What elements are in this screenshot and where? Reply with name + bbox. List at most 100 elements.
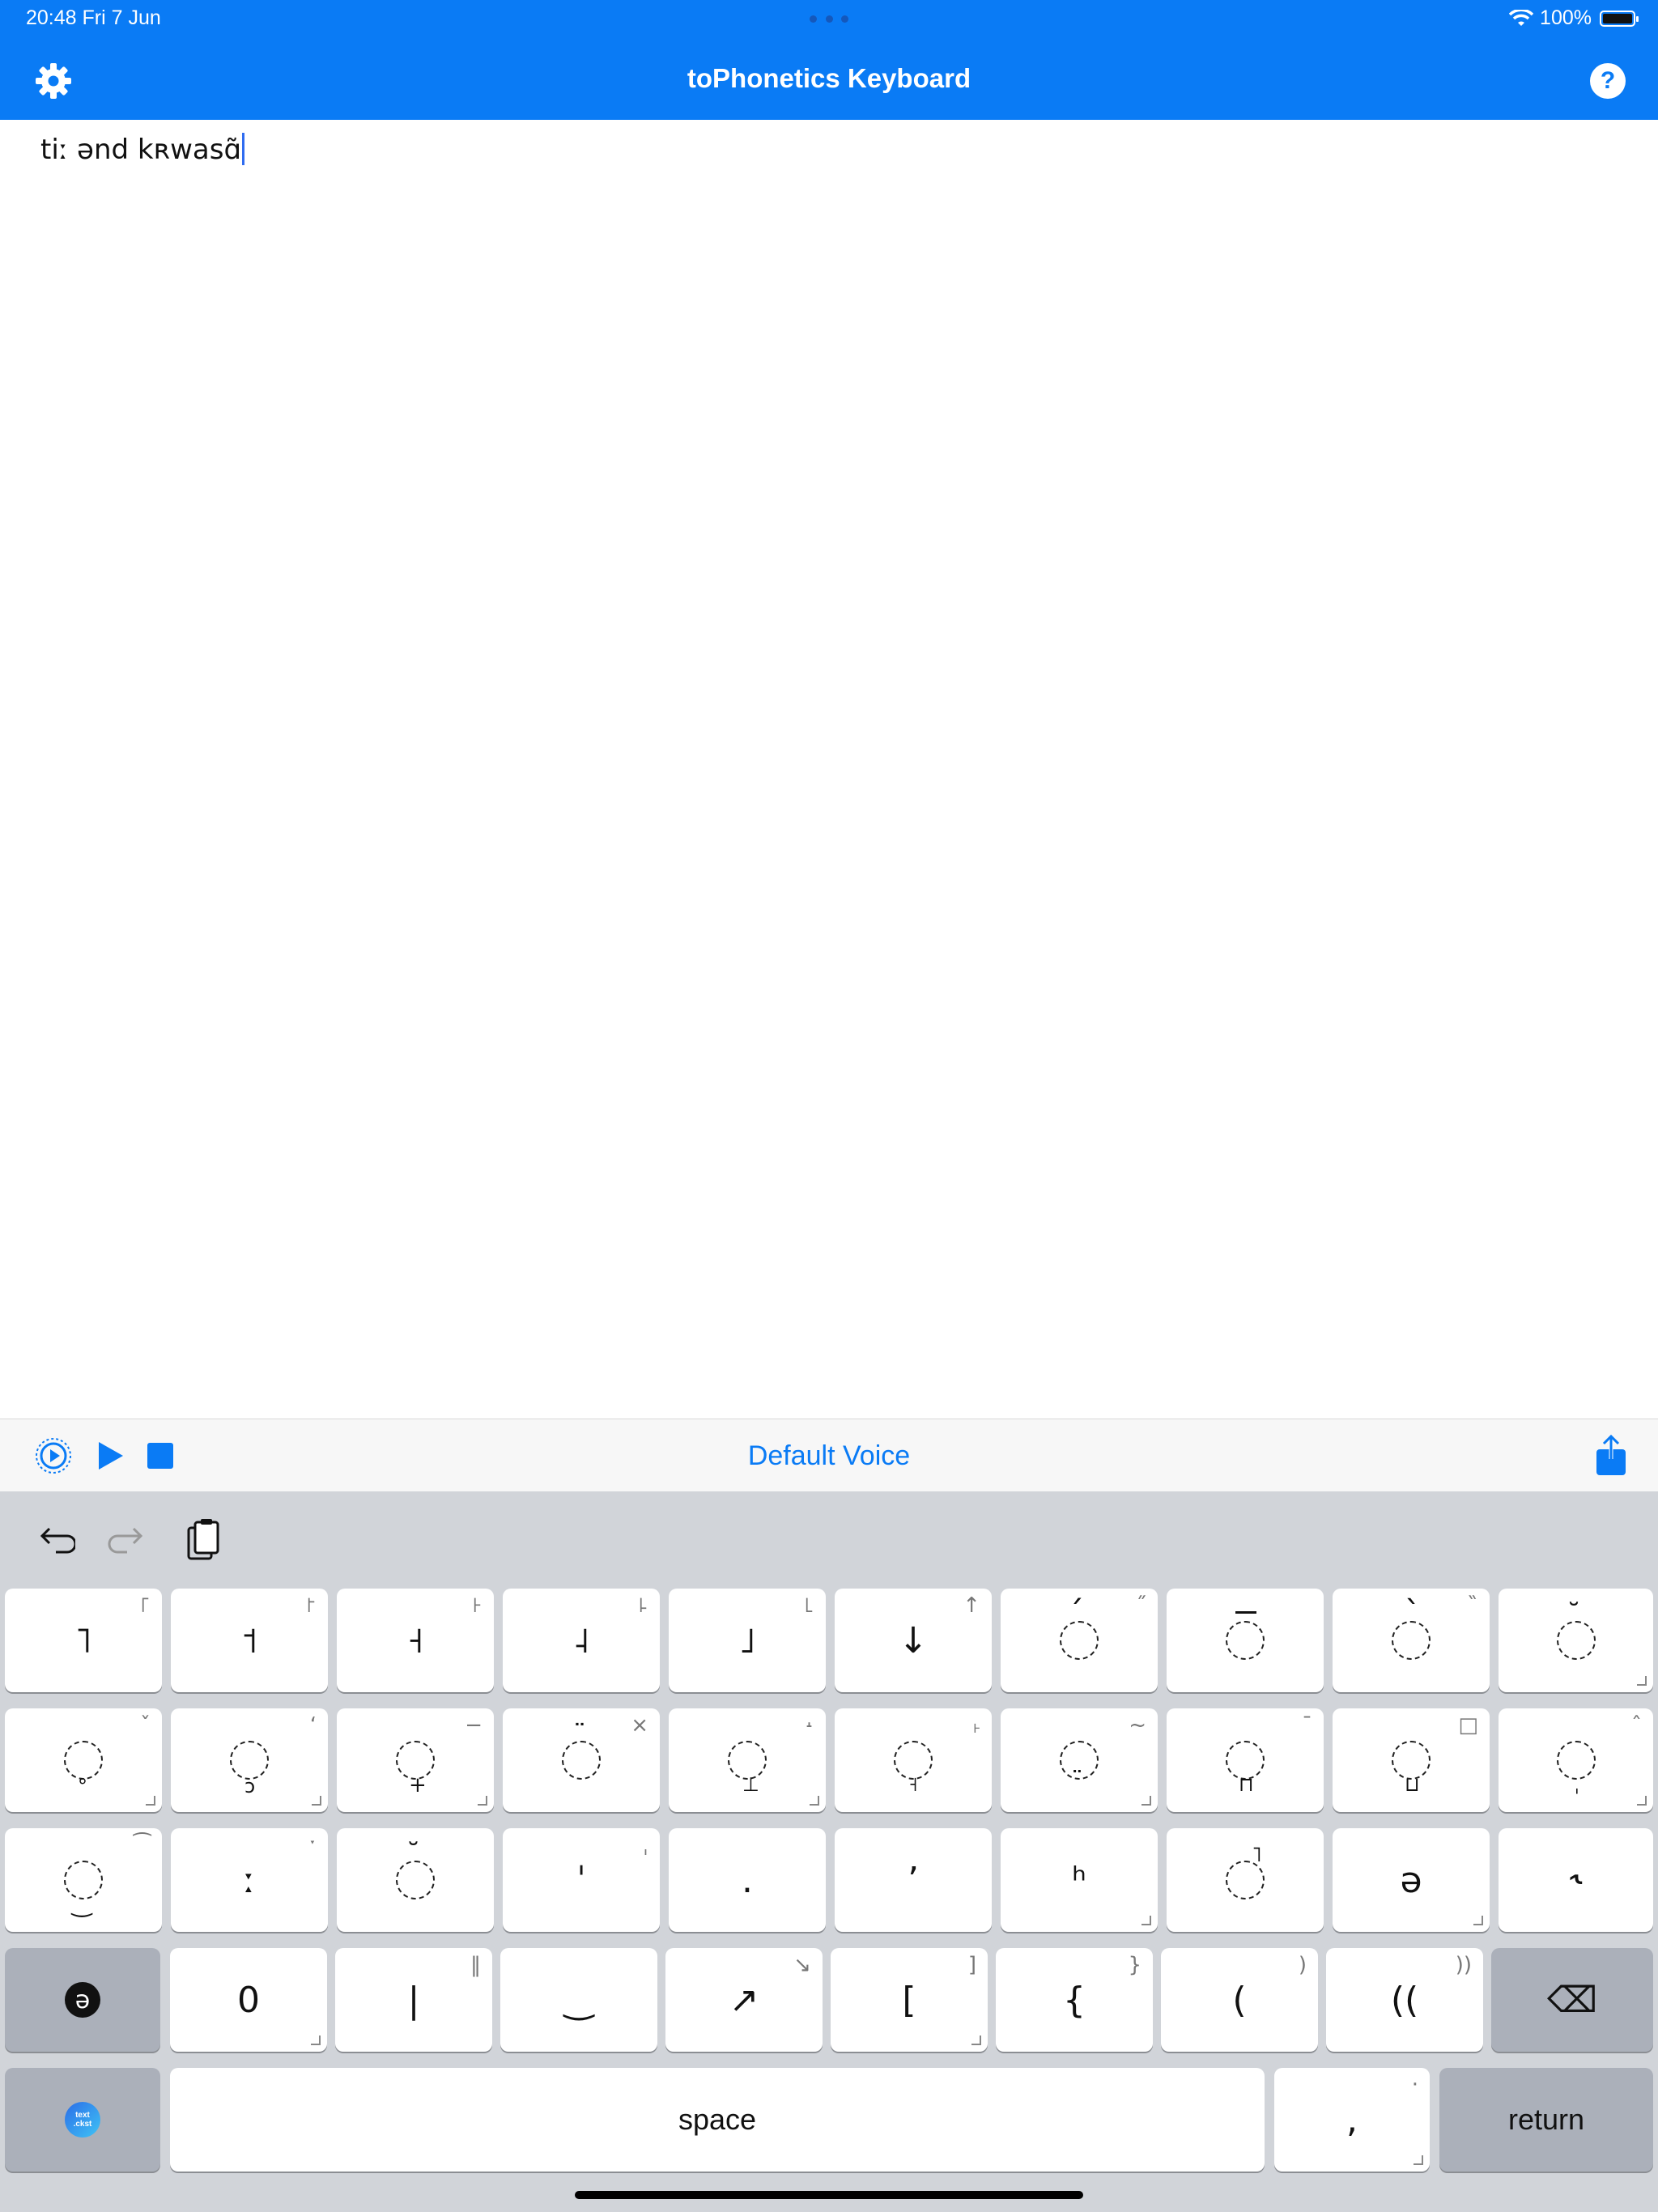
battery-icon — [1600, 10, 1639, 27]
key-alt-label: ⁀ — [134, 1833, 151, 1857]
key-alt-label: ꜓ — [306, 1593, 317, 1618]
key-label: [ — [902, 1979, 916, 2021]
key-alt-label: ꜕ — [638, 1593, 648, 1618]
more-indicator-icon — [1414, 2155, 1423, 2165]
key-minor-group[interactable]: | ‖ — [335, 1948, 492, 2052]
key-tone-low[interactable]: ˨ ꜕ — [503, 1589, 660, 1692]
key-ejective[interactable]: ʼ — [835, 1828, 992, 1932]
status-bar: 20:48 Fri 7 Jun 100% — [0, 0, 1658, 39]
key-voiceless-ring[interactable]: ° ˇ — [5, 1708, 162, 1812]
key-zero[interactable]: 0 — [170, 1948, 327, 2052]
key-length[interactable]: ːˑ — [171, 1828, 328, 1932]
key-acute[interactable]: ´̋ — [1001, 1589, 1158, 1692]
key-alt-label: ꜔ — [472, 1593, 483, 1618]
more-indicator-icon — [1637, 1796, 1647, 1806]
key-centralized[interactable]: ¨ × — [503, 1708, 660, 1812]
key-tone-extra-low[interactable]: ˩ ꜖ — [669, 1589, 826, 1692]
more-indicator-icon — [1473, 1916, 1483, 1925]
key-less-rounded[interactable]: ↄ ‘ — [171, 1708, 328, 1812]
key-alt-label: ] — [967, 1953, 976, 1977]
schwa-logo-icon: ə — [65, 1982, 100, 2018]
help-button[interactable]: ? — [1587, 60, 1629, 102]
undo-icon — [40, 1527, 75, 1554]
key-syllabic[interactable]: ˌˆ — [1499, 1708, 1653, 1812]
clipboard-icon — [187, 1519, 219, 1560]
key-label: | — [407, 1979, 420, 2021]
voice-selector[interactable]: Default Voice — [0, 1440, 1658, 1472]
key-breve[interactable]: ˘ — [1499, 1589, 1653, 1692]
key-rhotic[interactable]: ˞ — [1499, 1828, 1653, 1932]
key-double-paren[interactable]: (()) — [1326, 1948, 1483, 2052]
share-button[interactable] — [1592, 1435, 1630, 1476]
key-global-rise[interactable]: ↗ ↘ — [665, 1948, 823, 2052]
key-open-brace[interactable]: {} — [996, 1948, 1153, 2052]
home-indicator[interactable] — [575, 2191, 1083, 2199]
key-linking[interactable]: ‿ — [500, 1948, 657, 2052]
multitasking-dots-icon[interactable] — [810, 15, 848, 23]
space-bar[interactable]: space — [170, 2068, 1265, 2172]
key-alt-label: )) — [1455, 1953, 1472, 1977]
key-alt-label: } — [1128, 1953, 1141, 1977]
text-logo-label: text .ckst — [73, 2111, 92, 2129]
key-dental[interactable]: ⊓ ˉ — [1167, 1708, 1324, 1812]
key-alt-label: ‖ — [470, 1953, 481, 1977]
more-indicator-icon — [1637, 1676, 1647, 1686]
help-icon: ? — [1590, 63, 1626, 99]
schwa-switch-wrapper: ə — [5, 1948, 160, 2052]
key-aspirated[interactable]: ʰ — [1001, 1828, 1158, 1932]
redo-button[interactable] — [104, 1516, 152, 1564]
return-button[interactable]: return — [1439, 2068, 1653, 2172]
text-editor[interactable]: tiː ənd kʀwasɑ̃ — [0, 120, 1658, 1419]
key-open-bracket[interactable]: [] — [831, 1948, 988, 2052]
key-alt-label: − — [465, 1713, 483, 1738]
key-label: ˦ — [240, 1619, 258, 1661]
key-macron[interactable] — [1167, 1589, 1324, 1692]
key-extra-short[interactable]: ˘ — [337, 1828, 494, 1932]
key-apical[interactable]: ⊔ □ — [1333, 1708, 1490, 1812]
delete-button[interactable]: ⌫ — [1491, 1948, 1653, 2052]
editor-text: tiː ənd kʀwasɑ̃ — [40, 134, 242, 166]
speech-toolbar: Default Voice — [0, 1419, 1658, 1492]
key-label: ˩ — [738, 1619, 756, 1661]
key-atr[interactable]: ˧ ˫ — [835, 1708, 992, 1812]
return-wrapper: return — [1439, 2068, 1653, 2172]
key-macron-symbol — [1167, 1589, 1324, 1692]
key-tone-mid[interactable]: ˧ ꜔ — [337, 1589, 494, 1692]
key-syllable-break[interactable]: . — [669, 1828, 826, 1932]
redo-icon — [108, 1527, 143, 1554]
schwa-logo-text: ə — [74, 1985, 91, 2014]
paste-button[interactable] — [178, 1516, 227, 1564]
more-indicator-icon — [146, 1796, 155, 1806]
key-label: ʰ — [1072, 1859, 1086, 1901]
phonetic-keyboard: ˥꜒ ˦꜓ ˧꜔ ˨꜕ ˩꜖ ↓↑ ´̋ `̏ ˘ °ˇ ↄ‘ +− ¨× ⊥˔… — [0, 1491, 1658, 2212]
key-lowered[interactable]: ⊥ ˔ — [669, 1708, 826, 1812]
key-voiceless-symbol: ° — [5, 1708, 162, 1812]
key-label: ˧ — [406, 1619, 424, 1661]
key-tone-extra-high[interactable]: ˥ ꜒ — [5, 1589, 162, 1692]
key-no-audible-release[interactable]: ˥ — [1167, 1828, 1324, 1932]
key-label: ( — [1232, 1979, 1247, 2021]
key-schwa[interactable]: ə — [1333, 1828, 1490, 1932]
key-alt-label: ˌ — [642, 1833, 648, 1857]
key-primary-stress[interactable]: ˈˌ — [503, 1828, 660, 1932]
key-grave[interactable]: `̏ — [1333, 1589, 1490, 1692]
key-label: ˞ — [1570, 1859, 1582, 1901]
key-tone-high[interactable]: ˦ ꜓ — [171, 1589, 328, 1692]
key-advanced[interactable]: + − — [337, 1708, 494, 1812]
keyboard-switch-button[interactable]: ə — [5, 1948, 160, 2052]
key-comma[interactable]: , · — [1274, 2068, 1430, 2172]
editor-content: tiː ənd kʀwasɑ̃ — [40, 133, 245, 166]
key-breve-symbol: ˘ — [1499, 1589, 1653, 1692]
key-label: ˥ — [74, 1619, 92, 1661]
more-indicator-icon — [311, 2035, 321, 2045]
key-downstep[interactable]: ↓ ↑ — [835, 1589, 992, 1692]
next-keyboard-button[interactable]: text .ckst — [5, 2068, 160, 2172]
key-tie-below[interactable]: ‿ ⁀ — [5, 1828, 162, 1932]
share-icon — [1596, 1435, 1626, 1475]
undo-button[interactable] — [31, 1516, 79, 1564]
key-label: ʼ — [908, 1859, 919, 1901]
key-syllabic-symbol: ˌ — [1499, 1708, 1653, 1812]
more-indicator-icon — [971, 2035, 981, 2045]
key-open-paren[interactable]: () — [1161, 1948, 1318, 2052]
key-breathy[interactable]: ¨ ~ — [1001, 1708, 1158, 1812]
